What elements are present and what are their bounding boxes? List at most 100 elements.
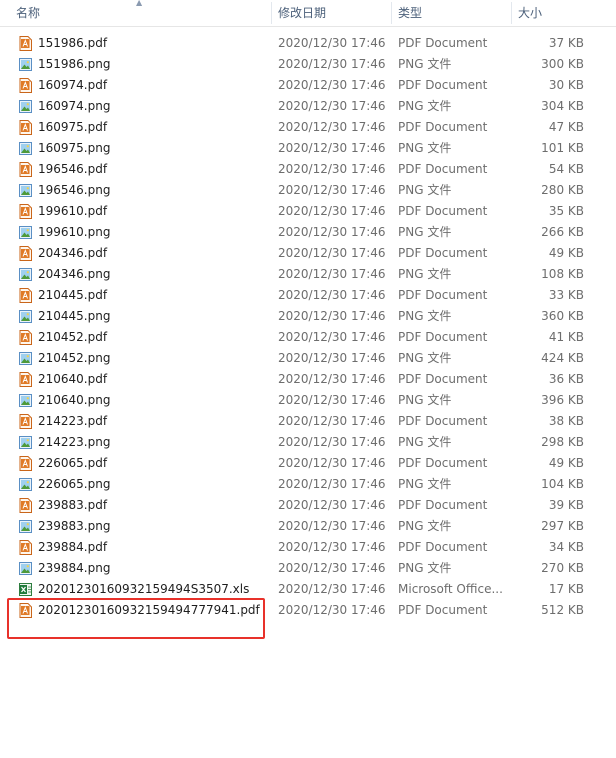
pdf-icon <box>18 162 33 177</box>
png-icon <box>18 99 33 114</box>
file-name: 151986.pdf <box>38 36 108 50</box>
file-row[interactable]: 210452.png 2020/12/30 17:46 PNG 文件 424 KB <box>0 348 616 369</box>
pdf-icon <box>18 204 33 219</box>
file-date: 2020/12/30 17:46 <box>278 603 386 617</box>
file-row[interactable]: 210445.png 2020/12/30 17:46 PNG 文件 360 KB <box>0 306 616 327</box>
pdf-icon <box>18 120 33 135</box>
file-name: 160975.png <box>38 141 111 155</box>
file-row[interactable]: 199610.pdf 2020/12/30 17:46 PDF Document 35… <box>0 201 616 222</box>
file-row[interactable]: 239883.png 2020/12/30 17:46 PNG 文件 297 KB <box>0 516 616 537</box>
file-date: 2020/12/30 17:46 <box>278 78 386 92</box>
file-row[interactable]: 151986.pdf 2020/12/30 17:46 PDF Document 37… <box>0 33 616 54</box>
file-size: 101 KB <box>541 141 584 155</box>
file-row[interactable]: 196546.pdf 2020/12/30 17:46 PDF Document 54… <box>0 159 616 180</box>
pdf-icon <box>18 78 33 93</box>
file-type: PNG 文件 <box>398 99 452 113</box>
pdf-icon <box>18 456 33 471</box>
file-type: PNG 文件 <box>398 183 452 197</box>
file-size: 54 KB <box>548 162 584 176</box>
file-date: 2020/12/30 17:46 <box>278 183 386 197</box>
file-row[interactable]: 160974.pdf 2020/12/30 17:46 PDF Document 30… <box>0 75 616 96</box>
file-name: 210640.pdf <box>38 372 108 386</box>
file-size: 360 KB <box>541 309 584 323</box>
file-row[interactable]: 199610.png 2020/12/30 17:46 PNG 文件 266 KB <box>0 222 616 243</box>
file-row[interactable]: 196546.png 2020/12/30 17:46 PNG 文件 280 KB <box>0 180 616 201</box>
file-name: 214223.pdf <box>38 414 108 428</box>
file-row[interactable]: 210452.pdf 2020/12/30 17:46 PDF Document 41… <box>0 327 616 348</box>
file-name: 226065.png <box>38 477 111 491</box>
file-size: 104 KB <box>541 477 584 491</box>
column-header-date[interactable]: 修改日期 <box>278 0 326 26</box>
column-header-bar: ▲ 名称 修改日期 类型 大小 <box>0 0 616 27</box>
file-date: 2020/12/30 17:46 <box>278 519 386 533</box>
file-name: 239883.png <box>38 519 111 533</box>
file-row[interactable]: 239883.pdf 2020/12/30 17:46 PDF Document 39… <box>0 495 616 516</box>
file-row[interactable]: 226065.pdf 2020/12/30 17:46 PDF Document 49… <box>0 453 616 474</box>
file-size: 297 KB <box>541 519 584 533</box>
column-divider[interactable] <box>511 2 512 24</box>
file-size: 41 KB <box>548 330 584 344</box>
file-size: 270 KB <box>541 561 584 575</box>
file-row[interactable]: 20201230160932159494777941.pdf 2020/12/30… <box>0 600 616 621</box>
column-divider[interactable] <box>271 2 272 24</box>
png-icon <box>18 183 33 198</box>
pdf-icon <box>18 498 33 513</box>
column-header-type[interactable]: 类型 <box>398 0 422 26</box>
file-name: 20201230160932159494S3507.xls <box>38 582 250 596</box>
file-name: 199610.pdf <box>38 204 108 218</box>
file-row[interactable]: 239884.pdf 2020/12/30 17:46 PDF Document 34… <box>0 537 616 558</box>
file-row[interactable]: 20201230160932159494S3507.xls 2020/12/30 … <box>0 579 616 600</box>
file-row[interactable]: 239884.png 2020/12/30 17:46 PNG 文件 270 KB <box>0 558 616 579</box>
column-header-size[interactable]: 大小 <box>518 0 542 26</box>
file-type: PNG 文件 <box>398 393 452 407</box>
file-row[interactable]: 226065.png 2020/12/30 17:46 PNG 文件 104 KB <box>0 474 616 495</box>
file-name: 239884.pdf <box>38 540 108 554</box>
file-date: 2020/12/30 17:46 <box>278 141 386 155</box>
file-row[interactable]: 210640.pdf 2020/12/30 17:46 PDF Document 36… <box>0 369 616 390</box>
file-type: PDF Document <box>398 246 488 260</box>
file-name: 210445.pdf <box>38 288 108 302</box>
file-row[interactable]: 151986.png 2020/12/30 17:46 PNG 文件 300 KB <box>0 54 616 75</box>
file-size: 266 KB <box>541 225 584 239</box>
file-date: 2020/12/30 17:46 <box>278 204 386 218</box>
file-date: 2020/12/30 17:46 <box>278 309 386 323</box>
file-row[interactable]: 210445.pdf 2020/12/30 17:46 PDF Document 33… <box>0 285 616 306</box>
file-row[interactable]: 210640.png 2020/12/30 17:46 PNG 文件 396 KB <box>0 390 616 411</box>
file-date: 2020/12/30 17:46 <box>278 456 386 470</box>
file-size: 33 KB <box>548 288 584 302</box>
file-row[interactable]: 204346.png 2020/12/30 17:46 PNG 文件 108 KB <box>0 264 616 285</box>
file-size: 49 KB <box>548 456 584 470</box>
file-name: 160974.png <box>38 99 111 113</box>
column-divider[interactable] <box>391 2 392 24</box>
file-list: 151986.pdf 2020/12/30 17:46 PDF Document 37… <box>0 33 616 621</box>
file-size: 38 KB <box>548 414 584 428</box>
file-date: 2020/12/30 17:46 <box>278 99 386 113</box>
file-row[interactable]: 160975.pdf 2020/12/30 17:46 PDF Document 47… <box>0 117 616 138</box>
png-icon <box>18 141 33 156</box>
file-date: 2020/12/30 17:46 <box>278 57 386 71</box>
file-type: PDF Document <box>398 288 488 302</box>
png-icon <box>18 267 33 282</box>
file-type: PDF Document <box>398 414 488 428</box>
file-size: 17 KB <box>548 582 584 596</box>
file-date: 2020/12/30 17:46 <box>278 561 386 575</box>
pdf-icon <box>18 246 33 261</box>
file-name: 196546.pdf <box>38 162 108 176</box>
file-type: PDF Document <box>398 120 488 134</box>
pdf-icon <box>18 540 33 555</box>
pdf-icon <box>18 330 33 345</box>
file-row[interactable]: 214223.png 2020/12/30 17:46 PNG 文件 298 KB <box>0 432 616 453</box>
file-date: 2020/12/30 17:46 <box>278 372 386 386</box>
file-size: 36 KB <box>548 372 584 386</box>
file-date: 2020/12/30 17:46 <box>278 120 386 134</box>
file-name: 151986.png <box>38 57 111 71</box>
file-type: PDF Document <box>398 540 488 554</box>
file-type: Microsoft Office... <box>398 582 503 596</box>
file-row[interactable]: 160974.png 2020/12/30 17:46 PNG 文件 304 KB <box>0 96 616 117</box>
png-icon <box>18 393 33 408</box>
column-header-name[interactable]: 名称 <box>16 0 40 26</box>
file-row[interactable]: 214223.pdf 2020/12/30 17:46 PDF Document 38… <box>0 411 616 432</box>
file-row[interactable]: 204346.pdf 2020/12/30 17:46 PDF Document 49… <box>0 243 616 264</box>
file-row[interactable]: 160975.png 2020/12/30 17:46 PNG 文件 101 KB <box>0 138 616 159</box>
file-type: PDF Document <box>398 456 488 470</box>
